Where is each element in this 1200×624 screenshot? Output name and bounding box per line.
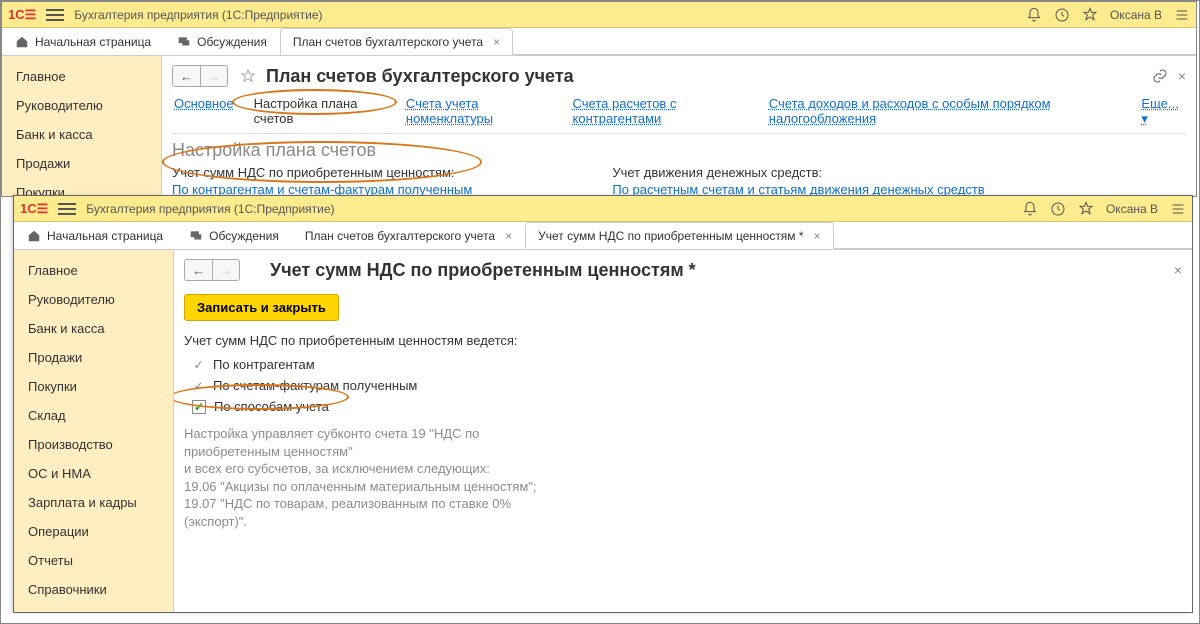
sidebar-item[interactable]: Банк и касса <box>14 314 173 343</box>
user-name[interactable]: Оксана В <box>1110 8 1162 22</box>
cashflow-link[interactable]: По расчетным счетам и статьям движения д… <box>612 182 984 196</box>
tab-home-label: Начальная страница <box>47 229 163 243</box>
background-window: 1С☰ Бухгалтерия предприятия (1С:Предприя… <box>1 1 1197 197</box>
sidebar-item[interactable]: Зарплата и кадры <box>14 488 173 517</box>
tab-discussions[interactable]: Обсуждения <box>176 222 292 249</box>
tab-vat-settings[interactable]: Учет сумм НДС по приобретенным ценностям… <box>525 222 833 249</box>
app-title: Бухгалтерия предприятия (1С:Предприятие) <box>74 8 322 22</box>
window2-header: 1С☰ Бухгалтерия предприятия (1С:Предприя… <box>14 196 1192 222</box>
bell-icon[interactable] <box>1026 7 1042 23</box>
more-icon[interactable] <box>1170 201 1186 217</box>
option-label: По контрагентам <box>213 357 315 372</box>
forward-button[interactable]: → <box>212 259 240 281</box>
sidebar-item[interactable]: Банк и касса <box>2 120 161 149</box>
chat-icon <box>177 35 191 49</box>
subtab-nomenclature[interactable]: Счета учета номенклатуры <box>406 96 553 127</box>
home-icon <box>27 229 41 243</box>
tab-discussions[interactable]: Обсуждения <box>164 28 280 55</box>
tab-chart-of-accounts[interactable]: План счетов бухгалтерского учета × <box>292 222 525 249</box>
foreground-window: 1С☰ Бухгалтерия предприятия (1С:Предприя… <box>13 195 1193 613</box>
tab-vat-settings-label: Учет сумм НДС по приобретенным ценностям… <box>538 229 803 243</box>
star-icon[interactable] <box>1078 201 1094 217</box>
sidebar-item[interactable]: Продажи <box>2 149 161 178</box>
window1-content: ← → План счетов бухгалтерского учета × О… <box>162 56 1196 196</box>
app-title: Бухгалтерия предприятия (1С:Предприятие) <box>86 202 334 216</box>
option-by-counterparty: По контрагентам <box>184 354 1182 375</box>
tab-chart-of-accounts-label: План счетов бухгалтерского учета <box>293 35 483 49</box>
tab-chart-of-accounts[interactable]: План счетов бухгалтерского учета × <box>280 28 513 55</box>
sidebar-item[interactable]: Операции <box>14 517 173 546</box>
form-intro: Учет сумм НДС по приобретенным ценностям… <box>184 333 1182 348</box>
sidebar-item[interactable]: Покупки <box>14 372 173 401</box>
sidebar-item[interactable]: Главное <box>14 256 173 285</box>
option-by-invoice: По счетам-фактурам полученным <box>184 375 1182 396</box>
page-title: План счетов бухгалтерского учета <box>266 66 574 87</box>
close-icon[interactable]: × <box>814 229 821 243</box>
window2-content: ← → Учет сумм НДС по приобретенным ценно… <box>174 250 1192 612</box>
favorite-icon[interactable] <box>240 68 256 84</box>
page-title: Учет сумм НДС по приобретенным ценностям… <box>270 260 696 281</box>
help-text: Настройка управляет субконто счета 19 "Н… <box>184 425 544 530</box>
sidebar-item[interactable]: Отчеты <box>14 546 173 575</box>
cashflow-label: Учет движения денежных средств: <box>612 165 984 180</box>
check-icon <box>192 358 205 371</box>
history-icon[interactable] <box>1054 7 1070 23</box>
chat-icon <box>189 229 203 243</box>
sidebar-item[interactable]: Продажи <box>14 343 173 372</box>
close-icon[interactable]: × <box>1174 262 1182 278</box>
vat-label: Учет сумм НДС по приобретенным ценностям… <box>172 165 472 180</box>
window1-sidebar: Главное Руководителю Банк и касса Продаж… <box>2 56 162 196</box>
tab-home[interactable]: Начальная страница <box>2 28 164 55</box>
subtabs: Основное Настройка плана счетов Счета уч… <box>172 92 1186 134</box>
more-icon[interactable] <box>1174 7 1190 23</box>
back-button[interactable]: ← <box>184 259 212 281</box>
option-label: По счетам-фактурам полученным <box>213 378 417 393</box>
window1-header: 1С☰ Бухгалтерия предприятия (1С:Предприя… <box>2 2 1196 28</box>
forward-button[interactable]: → <box>200 65 228 87</box>
sidebar-item[interactable]: Склад <box>14 401 173 430</box>
window2-sidebar: Главное Руководителю Банк и касса Продаж… <box>14 250 174 612</box>
close-icon[interactable]: × <box>505 229 512 243</box>
sidebar-item[interactable]: Руководителю <box>2 91 161 120</box>
star-icon[interactable] <box>1082 7 1098 23</box>
menu-icon[interactable] <box>46 6 64 24</box>
sidebar-item[interactable]: Главное <box>2 62 161 91</box>
checkbox[interactable] <box>192 400 206 414</box>
tab-home-label: Начальная страница <box>35 35 151 49</box>
subtab-tax[interactable]: Счета доходов и расходов с особым порядк… <box>769 96 1122 127</box>
tab-home[interactable]: Начальная страница <box>14 222 176 249</box>
option-label: По способам учета <box>214 399 329 414</box>
subtab-more[interactable]: Еще... ▾ <box>1141 96 1184 127</box>
bell-icon[interactable] <box>1022 201 1038 217</box>
link-icon[interactable] <box>1152 68 1168 84</box>
subtab-main[interactable]: Основное <box>174 96 234 127</box>
close-icon[interactable]: × <box>493 35 500 49</box>
window2-tabstrip: Начальная страница Обсуждения План счето… <box>14 222 1192 250</box>
section-heading: Настройка плана счетов <box>172 140 1186 161</box>
menu-icon[interactable] <box>58 200 76 218</box>
sidebar-item[interactable]: Справочники <box>14 575 173 604</box>
back-button[interactable]: ← <box>172 65 200 87</box>
tab-discussions-label: Обсуждения <box>197 35 267 49</box>
user-name[interactable]: Оксана В <box>1106 202 1158 216</box>
history-icon[interactable] <box>1050 201 1066 217</box>
window1-tabstrip: Начальная страница Обсуждения План счето… <box>2 28 1196 56</box>
option-by-accounting-method[interactable]: По способам учета <box>184 396 1182 417</box>
sidebar-item[interactable]: Руководителю <box>14 285 173 314</box>
logo-1c: 1С☰ <box>8 7 36 23</box>
tab-discussions-label: Обсуждения <box>209 229 279 243</box>
tab-chart-of-accounts-label: План счетов бухгалтерского учета <box>305 229 495 243</box>
check-icon <box>192 379 205 392</box>
logo-1c: 1С☰ <box>20 201 48 217</box>
sidebar-item[interactable]: ОС и НМА <box>14 459 173 488</box>
subtab-counterparties[interactable]: Счета расчетов с контрагентами <box>573 96 749 127</box>
sidebar-item[interactable]: Производство <box>14 430 173 459</box>
save-and-close-button[interactable]: Записать и закрыть <box>184 294 339 321</box>
vat-link[interactable]: По контрагентам и счетам-фактурам получе… <box>172 182 472 196</box>
close-icon[interactable]: × <box>1178 68 1186 84</box>
home-icon <box>15 35 29 49</box>
subtab-setup[interactable]: Настройка плана счетов <box>254 96 386 127</box>
